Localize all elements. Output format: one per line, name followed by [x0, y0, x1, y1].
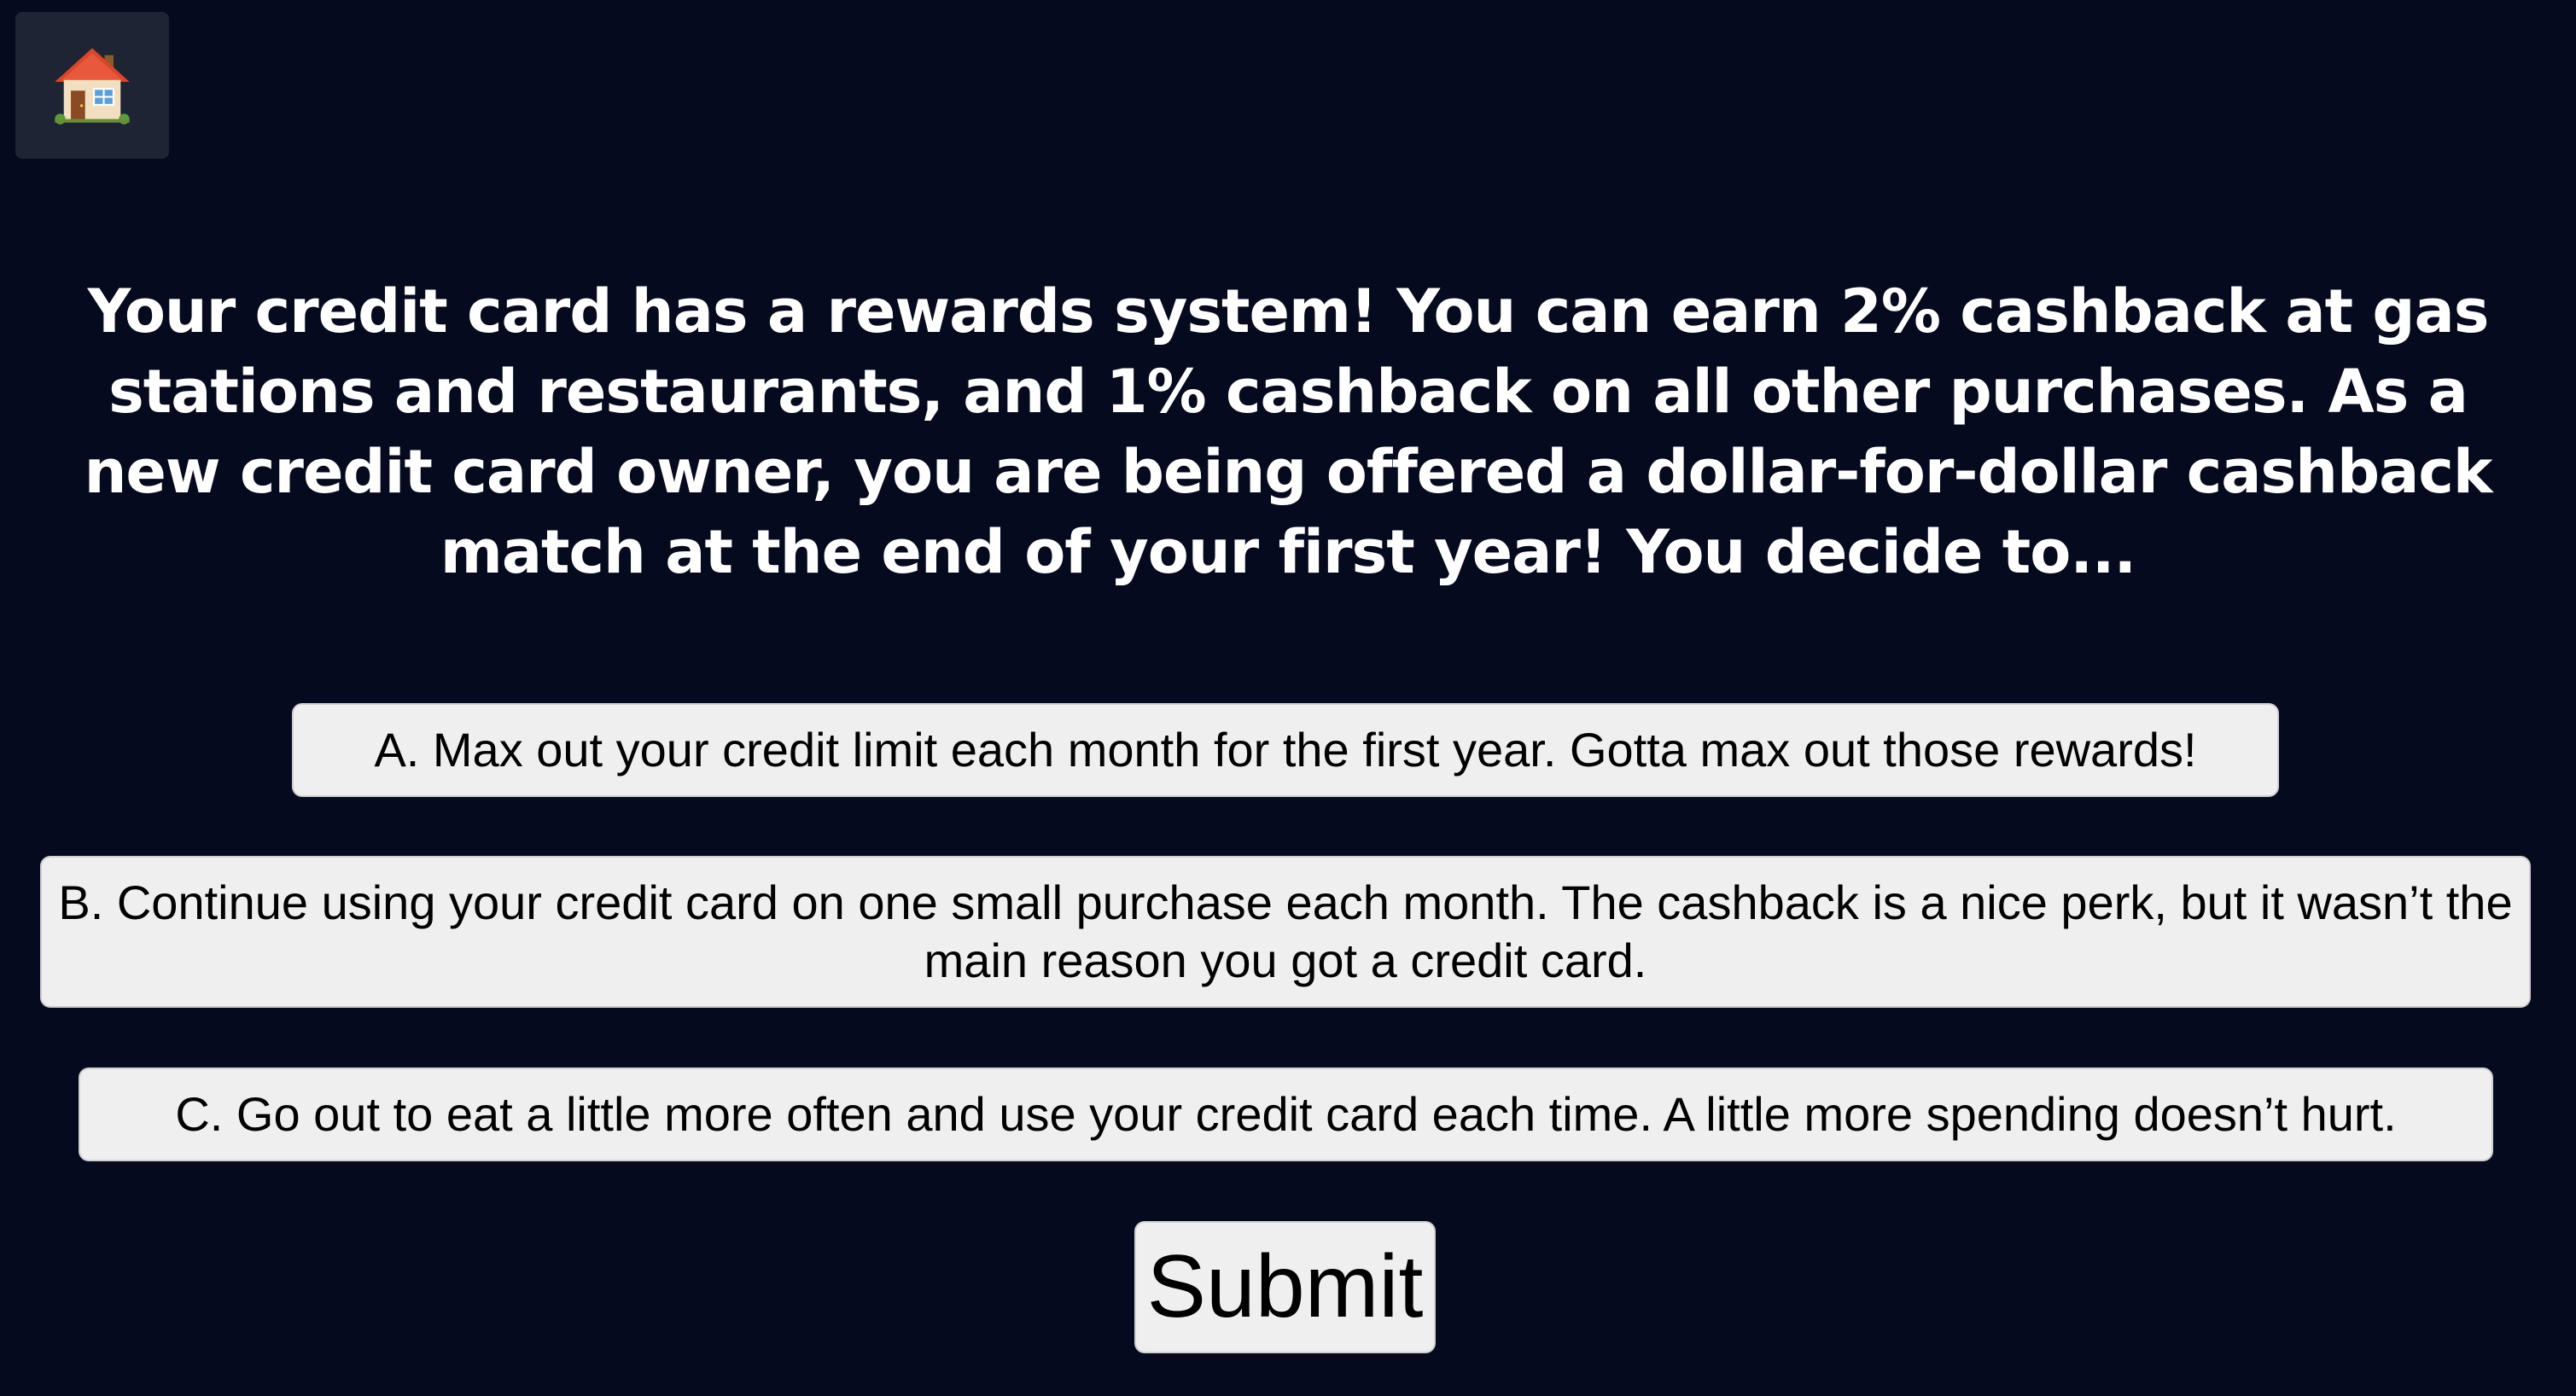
house-icon	[55, 48, 130, 125]
choice-c-label: C. Go out to eat a little more often and…	[175, 1087, 2397, 1141]
choice-a-button[interactable]: A. Max out your credit limit each month …	[292, 703, 2279, 797]
submit-button[interactable]: Submit	[1134, 1221, 1436, 1353]
home-button[interactable]	[15, 12, 169, 159]
choice-b-button[interactable]: B. Continue using your credit card on on…	[40, 856, 2531, 1008]
submit-label: Submit	[1146, 1237, 1424, 1336]
choice-a-label: A. Max out your credit limit each month …	[374, 723, 2197, 777]
choice-b-label: B. Continue using your credit card on on…	[58, 875, 2513, 987]
choice-c-button[interactable]: C. Go out to eat a little more often and…	[79, 1067, 2493, 1161]
question-text: Your credit card has a rewards system! Y…	[84, 276, 2493, 587]
